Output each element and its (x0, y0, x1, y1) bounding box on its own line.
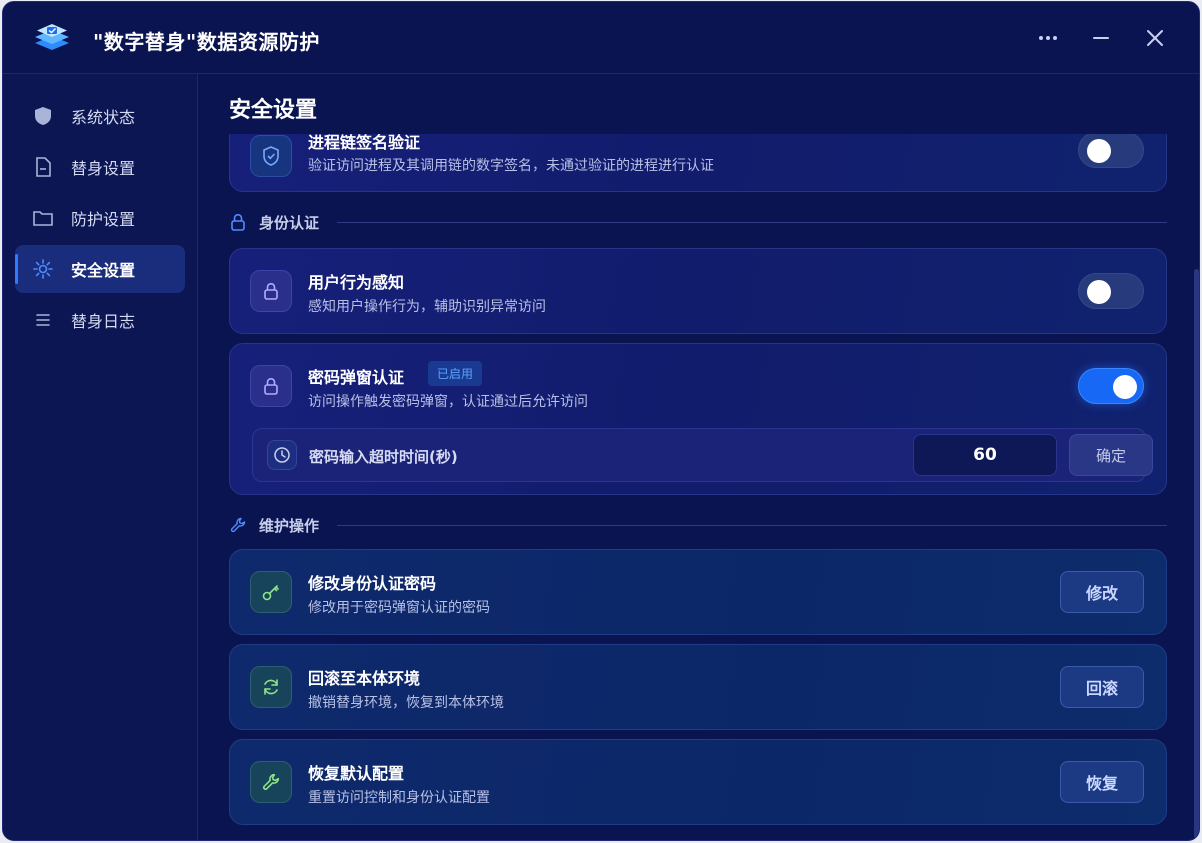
wrench-icon (229, 516, 247, 534)
section-identity-label: 身份认证 (259, 213, 320, 232)
app-logo-icon (31, 22, 73, 56)
password-popup-desc: 访问操作触发密码弹窗，认证通过后允许访问 (308, 394, 588, 410)
sidebar-item-security-settings[interactable]: 安全设置 (15, 245, 185, 293)
key-icon (250, 571, 292, 613)
sidebar-item-label: 安全设置 (71, 261, 136, 280)
page-header (199, 74, 1199, 134)
shield-icon (33, 106, 53, 126)
app-title: "数字替身"数据资源防护 (93, 30, 320, 54)
confirm-button[interactable]: 确定 (1069, 434, 1153, 476)
app-window: "数字替身"数据资源防护 系统状态 替身设置 防护设置 安全设置 替身日志 进程… (2, 1, 1200, 841)
user-behavior-title: 用户行为感知 (308, 273, 405, 292)
file-icon (33, 157, 53, 177)
password-popup-card: 密码弹窗认证 已启用 访问操作触发密码弹窗，认证通过后允许访问 密码输入超时时间… (229, 343, 1167, 495)
section-identity: 身份认证 (229, 212, 1167, 232)
close-icon (1147, 30, 1163, 46)
shield-check-icon (250, 135, 292, 177)
section-divider (337, 524, 1167, 526)
sidebar: 系统状态 替身设置 防护设置 安全设置 替身日志 (3, 74, 198, 840)
sidebar-item-label: 防护设置 (71, 210, 136, 229)
minimize-icon (1093, 37, 1109, 39)
modify-button[interactable]: 修改 (1060, 571, 1144, 613)
rollback-card: 回滚至本体环境 撤销替身环境，恢复到本体环境 回滚 (229, 644, 1167, 730)
restore-default-title: 恢复默认配置 (308, 764, 405, 783)
title-bar: "数字替身"数据资源防护 (3, 2, 1199, 74)
sidebar-item-label: 替身日志 (71, 312, 136, 331)
sidebar-item-label: 替身设置 (71, 159, 136, 178)
restore-button[interactable]: 恢复 (1060, 761, 1144, 803)
section-divider (337, 221, 1167, 223)
sidebar-item-replica-settings[interactable]: 替身设置 (15, 143, 185, 191)
lock-icon (250, 270, 292, 312)
folder-icon (33, 208, 53, 228)
minimize-button[interactable] (1086, 24, 1116, 52)
password-popup-toggle[interactable] (1078, 368, 1144, 404)
sidebar-item-protection-settings[interactable]: 防护设置 (15, 194, 185, 242)
list-icon (33, 310, 53, 330)
more-menu-button[interactable] (1033, 24, 1063, 52)
user-behavior-card: 用户行为感知 感知用户操作行为，辅助识别异常访问 (229, 248, 1167, 334)
change-password-desc: 修改用于密码弹窗认证的密码 (308, 600, 490, 616)
main-content: 进程链签名验证 验证访问进程及其调用链的数字签名，未通过验证的进程进行认证 安全… (199, 74, 1199, 840)
restore-default-desc: 重置访问控制和身份认证配置 (308, 790, 490, 806)
toggle-knob (1087, 139, 1111, 163)
lock-icon (229, 213, 247, 231)
sidebar-item-label: 系统状态 (71, 108, 136, 127)
gear-icon (33, 259, 53, 279)
refresh-icon (250, 666, 292, 708)
sidebar-item-system-status[interactable]: 系统状态 (15, 92, 185, 140)
change-password-card: 修改身份认证密码 修改用于密码弹窗认证的密码 修改 (229, 549, 1167, 635)
timeout-label: 密码输入超时时间(秒) (309, 448, 458, 466)
close-button[interactable] (1140, 24, 1170, 52)
wrench-icon (250, 761, 292, 803)
rollback-title: 回滚至本体环境 (308, 669, 421, 688)
lock-icon (250, 365, 292, 407)
user-behavior-desc: 感知用户操作行为，辅助识别异常访问 (308, 299, 546, 315)
restore-default-card: 恢复默认配置 重置访问控制和身份认证配置 恢复 (229, 739, 1167, 825)
status-badge: 已启用 (428, 361, 483, 386)
section-maintenance: 维护操作 (229, 515, 1167, 535)
toggle-knob (1113, 375, 1137, 399)
password-popup-title: 密码弹窗认证 (308, 368, 405, 387)
process-chain-toggle[interactable] (1078, 132, 1144, 168)
section-maintenance-label: 维护操作 (259, 516, 320, 535)
timeout-row: 密码输入超时时间(秒) 60 确定 (252, 428, 1153, 482)
clock-icon (267, 440, 297, 470)
change-password-title: 修改身份认证密码 (308, 574, 437, 593)
rollback-desc: 撤销替身环境，恢复到本体环境 (308, 695, 504, 711)
process-chain-desc: 验证访问进程及其调用链的数字签名，未通过验证的进程进行认证 (308, 158, 714, 174)
rollback-button[interactable]: 回滚 (1060, 666, 1144, 708)
user-behavior-toggle[interactable] (1078, 273, 1144, 309)
scrollbar[interactable] (1194, 269, 1199, 839)
page-title: 安全设置 (229, 98, 318, 123)
toggle-knob (1087, 280, 1111, 304)
more-dots-icon (1039, 36, 1057, 40)
sidebar-item-replica-logs[interactable]: 替身日志 (15, 296, 185, 344)
timeout-input[interactable]: 60 (913, 434, 1057, 476)
